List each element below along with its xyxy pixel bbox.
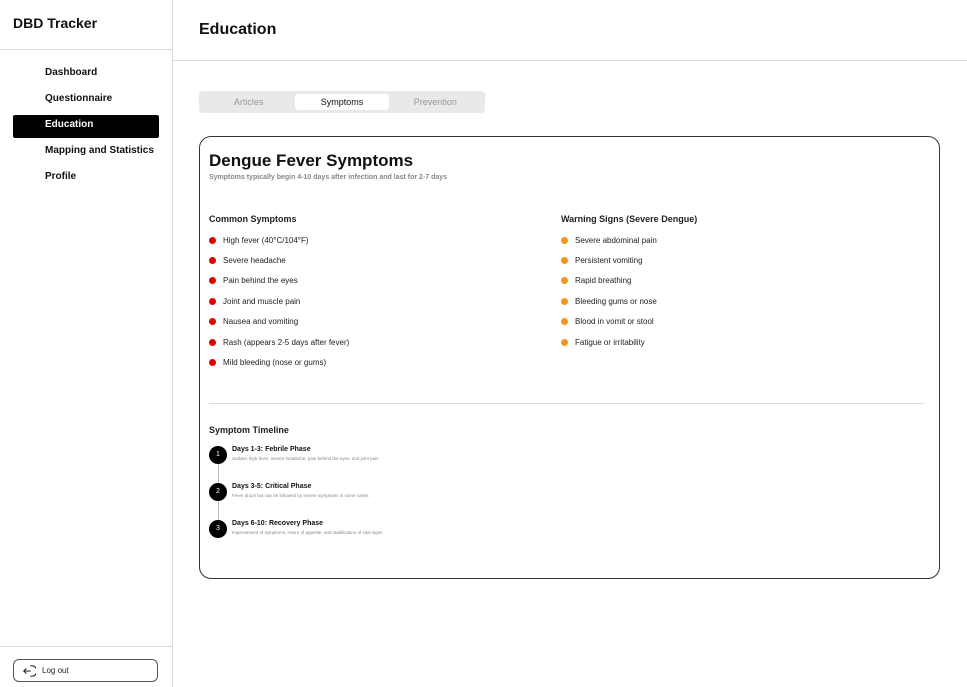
list-item: Fatigue or irritability xyxy=(561,332,657,352)
step-description: Sudden high fever, severe headache, pain… xyxy=(232,456,379,461)
sidebar-item-education[interactable]: Education xyxy=(13,115,159,138)
list-item: Mild bleeding (nose or gums) xyxy=(209,352,349,372)
step-number-badge: 2 xyxy=(209,483,227,501)
warning-signs-list: Severe abdominal pain Persistent vomitin… xyxy=(561,230,657,352)
warning-label: Fatigue or irritability xyxy=(575,337,645,347)
warning-label: Rapid breathing xyxy=(575,276,632,286)
section-divider xyxy=(209,403,924,404)
list-item: Joint and muscle pain xyxy=(209,291,349,311)
symptom-label: Joint and muscle pain xyxy=(223,296,301,306)
symptom-label: Mild bleeding (nose or gums) xyxy=(223,358,327,368)
list-item: Severe abdominal pain xyxy=(561,230,657,250)
sidebar-item-profile[interactable]: Profile xyxy=(13,167,159,190)
bullet-dot xyxy=(561,236,568,244)
list-item: Blood in vomit or stool xyxy=(561,312,657,332)
symptom-label: Nausea and vomiting xyxy=(223,317,299,327)
bullet-dot xyxy=(209,297,216,305)
tab-prevention[interactable]: Prevention xyxy=(389,94,482,110)
symptom-label: Pain behind the eyes xyxy=(223,276,298,286)
sidebar-item-dashboard[interactable]: Dashboard xyxy=(13,63,159,86)
step-description: Improvement of symptoms, return of appet… xyxy=(232,530,383,535)
list-item: Bleeding gums or nose xyxy=(561,291,657,311)
sidebar-nav: Dashboard Questionnaire Education Mappin… xyxy=(0,50,172,190)
app-root: DBD Tracker Dashboard Questionnaire Educ… xyxy=(0,0,967,687)
bullet-dot xyxy=(561,338,568,346)
logout-icon xyxy=(23,664,36,677)
warning-label: Blood in vomit or stool xyxy=(575,317,654,327)
education-tabs: Articles Symptoms Prevention xyxy=(199,91,485,113)
step-number-badge: 3 xyxy=(209,520,227,538)
symptom-label: High fever (40°C/104°F) xyxy=(223,235,309,245)
step-number-badge: 1 xyxy=(209,446,227,464)
step-description: Fever drops but can be followed by sever… xyxy=(232,493,369,498)
bullet-dot xyxy=(561,257,568,265)
bullet-dot xyxy=(209,257,216,265)
tab-articles[interactable]: Articles xyxy=(202,94,295,110)
bullet-dot xyxy=(209,236,216,244)
sidebar: DBD Tracker Dashboard Questionnaire Educ… xyxy=(0,0,173,687)
list-item: Persistent vomiting xyxy=(561,250,657,270)
warning-label: Bleeding gums or nose xyxy=(575,296,657,306)
page-title: Education xyxy=(199,21,277,38)
sidebar-item-questionnaire[interactable]: Questionnaire xyxy=(13,89,159,112)
logout-button[interactable]: Log out xyxy=(13,659,158,682)
symptom-label: Rash (appears 2-5 days after fever) xyxy=(223,337,350,347)
sidebar-item-mapping-and-statistics[interactable]: Mapping and Statistics xyxy=(13,141,159,164)
list-item: Nausea and vomiting xyxy=(209,312,349,332)
logout-label: Log out xyxy=(42,666,69,675)
bullet-dot xyxy=(561,318,568,326)
step-title: Days 6-10: Recovery Phase xyxy=(232,520,324,527)
step-title: Days 3-5: Critical Phase xyxy=(232,483,312,490)
page-header: Education xyxy=(173,0,967,61)
list-item: Rash (appears 2-5 days after fever) xyxy=(209,332,349,352)
list-item: Rapid breathing xyxy=(561,271,657,291)
brand-title: DBD Tracker xyxy=(0,0,172,50)
bullet-dot xyxy=(561,297,568,305)
timeline-heading: Symptom Timeline xyxy=(209,425,289,435)
warning-label: Severe abdominal pain xyxy=(575,235,657,245)
bullet-dot xyxy=(561,277,568,285)
common-symptoms-list: High fever (40°C/104°F) Severe headache … xyxy=(209,230,349,373)
symptoms-card: Dengue Fever Symptoms Symptoms typically… xyxy=(199,136,940,579)
card-subtitle: Symptoms typically begin 4-10 days after… xyxy=(209,174,448,181)
bullet-dot xyxy=(209,318,216,326)
warning-signs-heading: Warning Signs (Severe Dengue) xyxy=(561,214,698,224)
symptom-label: Severe headache xyxy=(223,256,286,266)
list-item: Severe headache xyxy=(209,250,349,270)
tab-symptoms[interactable]: Symptoms xyxy=(295,94,389,110)
list-item: High fever (40°C/104°F) xyxy=(209,230,349,250)
common-symptoms-heading: Common Symptoms xyxy=(209,214,297,224)
step-title: Days 1-3: Febrile Phase xyxy=(232,446,311,453)
warning-label: Persistent vomiting xyxy=(575,256,643,266)
bullet-dot xyxy=(209,359,216,367)
bullet-dot xyxy=(209,338,216,346)
bullet-dot xyxy=(209,277,216,285)
sidebar-footer: Log out xyxy=(0,646,172,687)
card-title: Dengue Fever Symptoms xyxy=(209,151,414,170)
list-item: Pain behind the eyes xyxy=(209,271,349,291)
